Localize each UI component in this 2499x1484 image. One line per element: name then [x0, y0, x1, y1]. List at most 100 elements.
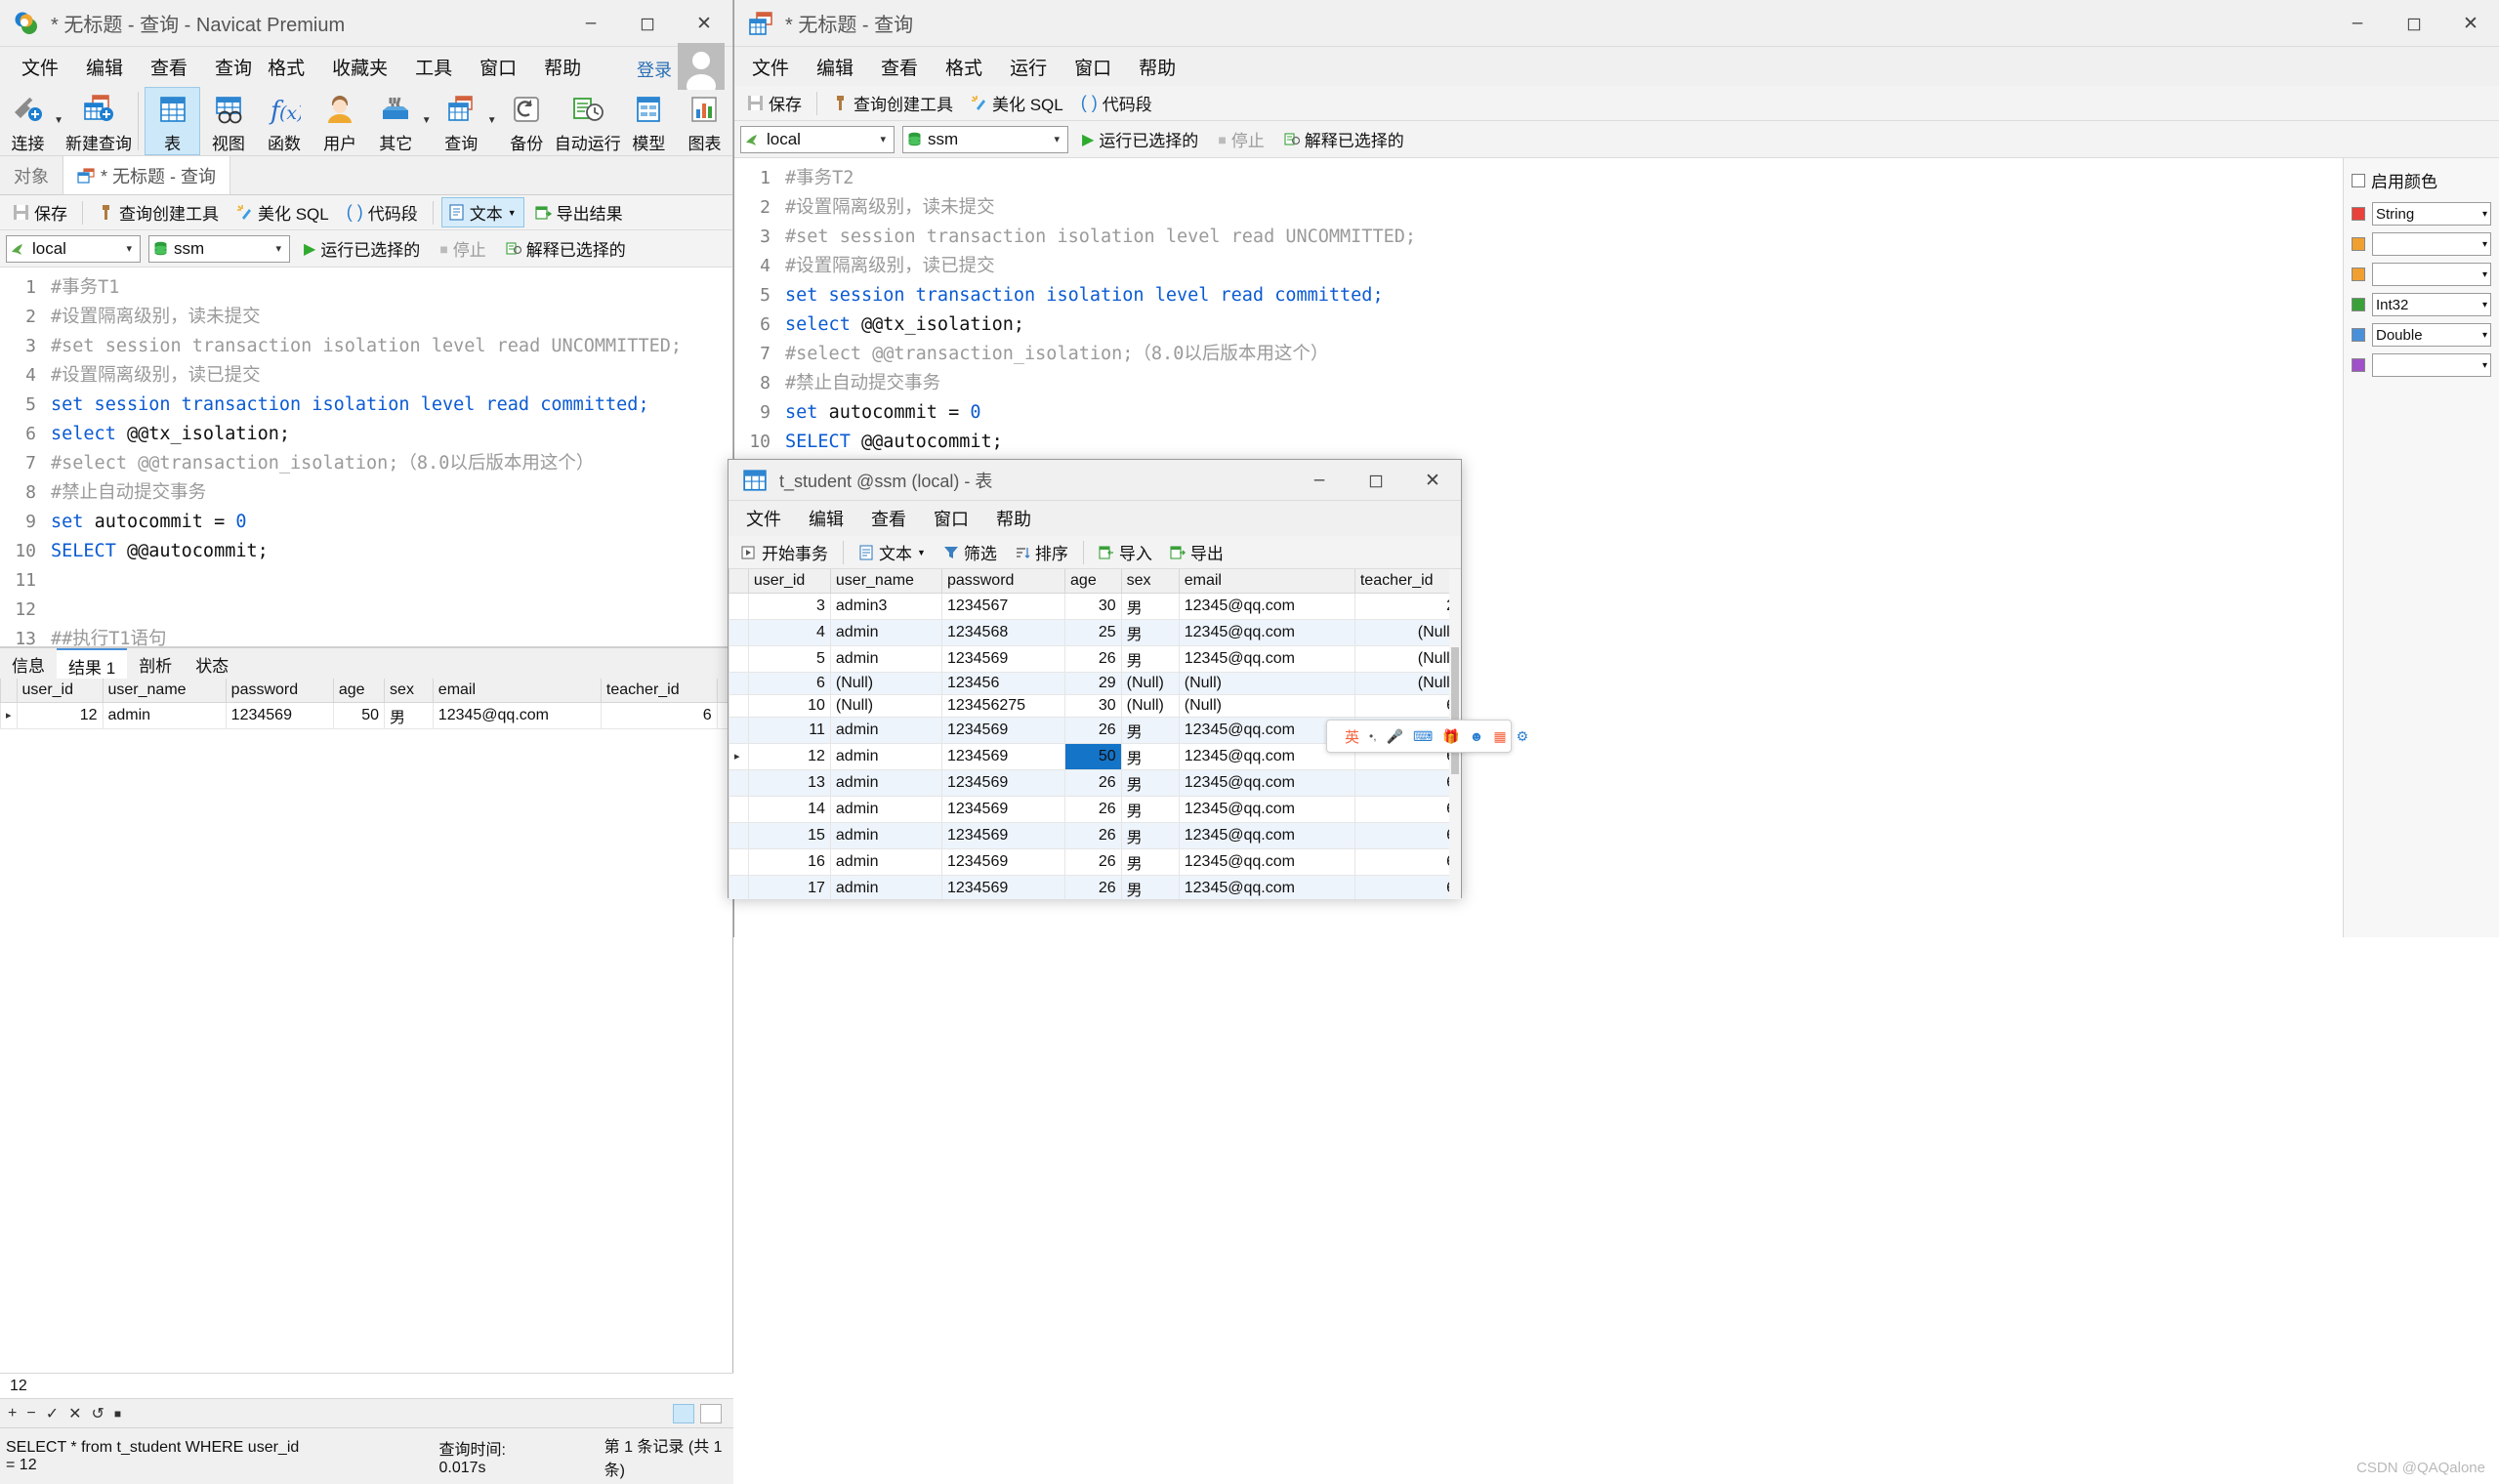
tab-objects[interactable]: 对象 [0, 156, 63, 194]
grid-cell-user_name[interactable]: admin [830, 822, 941, 848]
right-minimize-button[interactable]: – [2329, 0, 2386, 47]
color-type-caret-icon[interactable]: ▾ [2482, 239, 2487, 250]
right-database-caret-icon[interactable]: ▾ [1054, 133, 1063, 145]
grid-cell-age[interactable]: 26 [1065, 848, 1122, 875]
ribbon-connection[interactable]: 连接 [0, 87, 56, 155]
color-swatch[interactable] [2352, 298, 2365, 311]
grid-cell-teacher_id[interactable]: (Null) [1354, 619, 1460, 645]
grid-menu-file[interactable]: 文件 [732, 502, 795, 535]
grid-cell-teacher_id[interactable]: 6 [1354, 796, 1460, 822]
grid-row[interactable]: 3admin3123456730男12345@qq.com2 [729, 593, 1461, 619]
grid-cell-password[interactable]: 123456 [941, 672, 1064, 694]
grid-cell-password[interactable]: 1234569 [941, 743, 1064, 769]
grid-close-button[interactable]: ✕ [1404, 460, 1461, 501]
mic-icon[interactable]: 🎤 [1387, 728, 1403, 745]
table-cell-user_id[interactable]: 12 [17, 702, 103, 728]
menu-edit[interactable]: 编辑 [72, 50, 137, 84]
grid-cell-user_id[interactable]: 14 [748, 796, 830, 822]
maximize-button[interactable]: ◻ [619, 0, 676, 47]
ribbon-backup[interactable]: 备份 [499, 87, 555, 155]
ribbon-table[interactable]: 表 [145, 87, 201, 155]
grid-row[interactable]: 5admin123456926男12345@qq.com(Null) [729, 645, 1461, 672]
grid-cell-sex[interactable]: 男 [1121, 848, 1179, 875]
grid-cell-teacher_id[interactable]: 6 [1354, 875, 1460, 899]
keyboard-icon[interactable]: ⌨ [1413, 728, 1433, 745]
database-caret-icon[interactable]: ▾ [275, 242, 285, 255]
table-row[interactable]: ▸12admin123456950男12345@qq.com6 [1, 702, 732, 728]
right-menu-run[interactable]: 运行 [996, 50, 1061, 84]
nav-cancel-icon[interactable]: ✕ [68, 1404, 81, 1423]
grid-row[interactable]: 4admin123456825男12345@qq.com(Null) [729, 619, 1461, 645]
ribbon-other[interactable]: 其它 [368, 87, 424, 155]
grid-cell-password[interactable]: 1234569 [941, 875, 1064, 899]
table-cell-user_name[interactable]: admin [103, 702, 226, 728]
begin-transaction-button[interactable]: 开始事务 [734, 538, 835, 566]
grid-cell-age[interactable]: 30 [1065, 694, 1122, 717]
right-query-builder-button[interactable]: 查询创建工具 [825, 89, 960, 117]
import-button[interactable]: 导入 [1092, 538, 1159, 566]
grid-cell-user_name[interactable]: admin [830, 619, 941, 645]
column-header[interactable]: password [226, 679, 333, 702]
grid-cell-sex[interactable]: 男 [1121, 593, 1179, 619]
grid-menu-edit[interactable]: 编辑 [795, 502, 857, 535]
menu-help[interactable]: 帮助 [530, 50, 595, 84]
right-maximize-button[interactable]: ◻ [2386, 0, 2442, 47]
connection-caret-icon[interactable]: ▾ [126, 242, 136, 255]
ime-mode-label[interactable]: 英 [1345, 726, 1359, 747]
grid-cell-user_name[interactable]: admin [830, 848, 941, 875]
result-tab-profile[interactable]: 剖析 [127, 648, 184, 679]
grid-cell-sex[interactable]: 男 [1121, 743, 1179, 769]
grid-column-header[interactable]: teacher_id [1354, 569, 1460, 593]
avatar[interactable] [678, 43, 725, 90]
grid-cell-user_name[interactable]: admin3 [830, 593, 941, 619]
grid-cell-user_id[interactable]: 3 [748, 593, 830, 619]
nav-add-icon[interactable]: + [8, 1405, 17, 1422]
color-type-select[interactable]: Int32▾ [2372, 293, 2491, 316]
tab-query-1[interactable]: * 无标题 - 查询 [63, 156, 230, 194]
right-menu-window[interactable]: 窗口 [1061, 50, 1125, 84]
nav-remove-icon[interactable]: − [26, 1405, 35, 1422]
grid-cell-user_id[interactable]: 12 [748, 743, 830, 769]
right-close-button[interactable]: ✕ [2442, 0, 2499, 47]
right-menu-edit[interactable]: 编辑 [803, 50, 867, 84]
color-type-caret-icon[interactable]: ▾ [2482, 209, 2487, 220]
grid-cell-user_name[interactable]: admin [830, 717, 941, 743]
grid-cell-user_id[interactable]: 17 [748, 875, 830, 899]
grid-cell-teacher_id[interactable]: (Null) [1354, 672, 1460, 694]
color-type-caret-icon[interactable]: ▾ [2482, 300, 2487, 310]
grid-cell-sex[interactable]: 男 [1121, 822, 1179, 848]
grid-cell-teacher_id[interactable]: 6 [1354, 769, 1460, 796]
grid-cell-email[interactable]: 12345@qq.com [1179, 875, 1354, 899]
grid-cell-user_id[interactable]: 4 [748, 619, 830, 645]
grid-cell-user_name[interactable]: admin [830, 875, 941, 899]
snippet-button[interactable]: ( ) 代码段 [340, 198, 425, 227]
menu-view[interactable]: 查看 [137, 50, 201, 84]
right-menu-help[interactable]: 帮助 [1125, 50, 1189, 84]
color-swatch[interactable] [2352, 237, 2365, 251]
grid-cell-password[interactable]: 1234569 [941, 717, 1064, 743]
grid-cell-teacher_id[interactable]: 6 [1354, 848, 1460, 875]
color-type-select[interactable]: Double▾ [2372, 323, 2491, 347]
grid-cell-sex[interactable]: (Null) [1121, 672, 1179, 694]
grid-cell-sex[interactable]: 男 [1121, 717, 1179, 743]
column-header[interactable]: age [333, 679, 384, 702]
grid-cell-age[interactable]: 26 [1065, 822, 1122, 848]
grid-cell-age[interactable]: 26 [1065, 796, 1122, 822]
grid-cell-password[interactable]: 1234568 [941, 619, 1064, 645]
grid-cell-user_id[interactable]: 10 [748, 694, 830, 717]
grid-cell-user_name[interactable]: admin [830, 796, 941, 822]
grid-column-header[interactable]: sex [1121, 569, 1179, 593]
menu-format[interactable]: 格式 [266, 50, 318, 84]
grid-minimize-button[interactable]: – [1291, 460, 1348, 501]
ribbon-chart[interactable]: 图表 [677, 87, 732, 155]
grid-cell-password[interactable]: 1234569 [941, 796, 1064, 822]
table-cell-sex[interactable]: 男 [385, 702, 434, 728]
ribbon-new-query[interactable]: 新建查询 [65, 87, 132, 155]
grid-icon[interactable]: ▦ [1493, 728, 1506, 745]
grid-cell-user_id[interactable]: 6 [748, 672, 830, 694]
nav-refresh-icon[interactable]: ↺ [92, 1404, 104, 1423]
color-swatch[interactable] [2352, 358, 2365, 372]
grid-cell-sex[interactable]: 男 [1121, 875, 1179, 899]
grid-cell-sex[interactable]: 男 [1121, 796, 1179, 822]
color-swatch[interactable] [2352, 328, 2365, 342]
